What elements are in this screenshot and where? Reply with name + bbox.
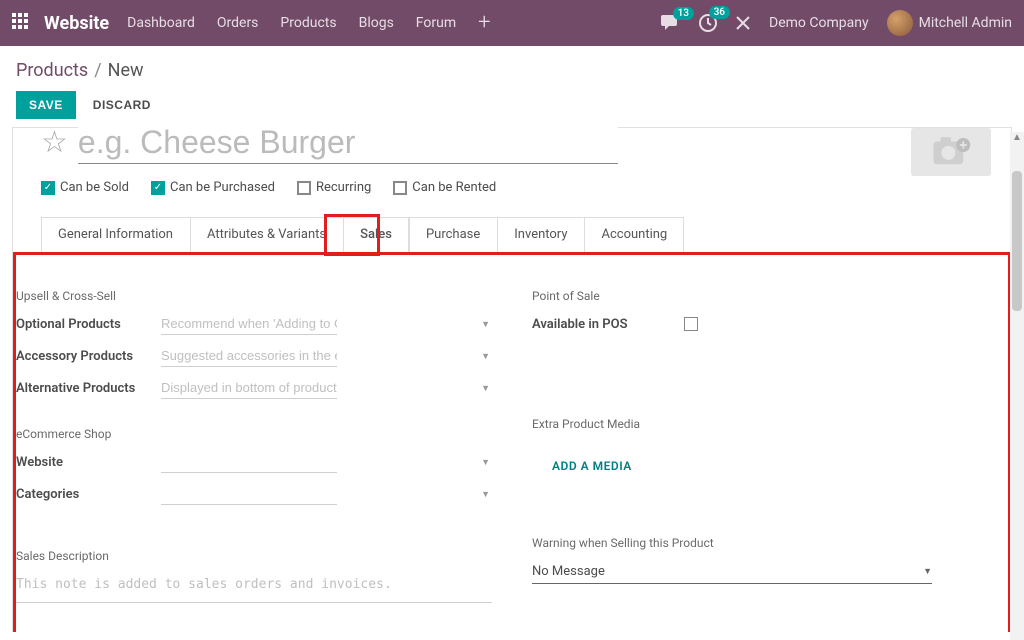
tab-inventory[interactable]: Inventory xyxy=(497,217,584,252)
checkbox-empty-icon xyxy=(297,181,311,195)
accessory-products-input[interactable] xyxy=(161,345,337,367)
tab-attributes-variants[interactable]: Attributes & Variants xyxy=(190,217,343,252)
can-be-rented-checkbox[interactable]: Can be Rented xyxy=(393,180,496,195)
section-ecommerce: eCommerce Shop xyxy=(16,427,492,441)
tools-icon[interactable] xyxy=(735,15,751,31)
nav-items: Dashboard Orders Products Blogs Forum + xyxy=(127,12,490,34)
highlight-panel-box: Upsell & Cross-Sell Optional Products ▼ … xyxy=(13,252,1011,632)
control-panel: Products / New SAVE DISCARD xyxy=(0,46,1024,127)
sales-description-input[interactable] xyxy=(16,573,492,603)
warning-select[interactable]: No Message ▼ xyxy=(532,560,932,584)
section-warning: Warning when Selling this Product xyxy=(532,536,1008,550)
can-be-sold-checkbox[interactable]: Can be Sold xyxy=(41,180,129,195)
chat-badge: 13 xyxy=(673,7,694,20)
top-nav: Website Dashboard Orders Products Blogs … xyxy=(0,0,1024,46)
section-upsell: Upsell & Cross-Sell xyxy=(16,289,492,303)
section-extra-media: Extra Product Media xyxy=(532,417,1008,431)
chat-icon[interactable]: 13 xyxy=(661,15,681,31)
categories-input[interactable] xyxy=(161,483,337,505)
brand[interactable]: Website xyxy=(44,13,109,34)
nav-orders[interactable]: Orders xyxy=(217,15,259,31)
label-categories: Categories xyxy=(16,487,161,502)
available-in-pos-checkbox[interactable] xyxy=(684,317,698,331)
breadcrumb-leaf: New xyxy=(108,60,144,81)
scroll-up-icon: ▲ xyxy=(1010,132,1024,143)
nav-dashboard[interactable]: Dashboard xyxy=(127,15,195,31)
clock-icon[interactable]: 36 xyxy=(699,14,717,32)
tabs: General Information Attributes & Variant… xyxy=(41,217,983,253)
chevron-down-icon: ▼ xyxy=(923,566,932,577)
label-website: Website xyxy=(16,455,161,470)
tab-general-information[interactable]: General Information xyxy=(41,217,190,252)
breadcrumb: Products / New xyxy=(16,60,1008,81)
warning-value: No Message xyxy=(532,564,923,579)
apps-icon[interactable] xyxy=(12,13,32,33)
label-available-in-pos: Available in POS xyxy=(532,317,682,332)
checkbox-empty-icon xyxy=(393,181,407,195)
recurring-checkbox[interactable]: Recurring xyxy=(297,180,371,195)
col-right: Point of Sale Available in POS Extra Pro… xyxy=(532,289,1008,607)
alternative-products-input[interactable] xyxy=(161,377,337,399)
breadcrumb-root[interactable]: Products xyxy=(16,60,88,81)
optional-products-input[interactable] xyxy=(161,313,337,335)
label-optional-products: Optional Products xyxy=(16,317,161,332)
form-sheet: ☆ Can be Sold Can be Purchased Recurring… xyxy=(12,127,1012,632)
section-sales-description: Sales Description xyxy=(16,549,492,563)
breadcrumb-sep: / xyxy=(94,60,101,81)
label-alternative-products: Alternative Products xyxy=(16,381,161,396)
discard-button[interactable]: DISCARD xyxy=(80,91,164,119)
chevron-down-icon: ▼ xyxy=(481,319,490,330)
clock-badge: 36 xyxy=(709,6,730,19)
can-be-purchased-checkbox[interactable]: Can be Purchased xyxy=(151,180,275,195)
chevron-down-icon: ▼ xyxy=(481,351,490,362)
product-name-input[interactable] xyxy=(78,127,618,164)
nav-products[interactable]: Products xyxy=(280,15,336,31)
company-switcher[interactable]: Demo Company xyxy=(769,15,869,31)
scrollbar[interactable]: ▲ xyxy=(1010,132,1024,640)
tab-accounting[interactable]: Accounting xyxy=(584,217,684,252)
nav-plus-icon[interactable]: + xyxy=(478,12,490,34)
chevron-down-icon: ▼ xyxy=(481,383,490,394)
nav-blogs[interactable]: Blogs xyxy=(359,15,394,31)
nav-right: 13 36 Demo Company Mitchell Admin xyxy=(661,10,1012,36)
tab-sales[interactable]: Sales xyxy=(343,217,409,253)
checkmark-icon xyxy=(151,181,165,195)
save-button[interactable]: SAVE xyxy=(16,91,76,119)
chevron-down-icon: ▼ xyxy=(481,489,490,500)
chevron-down-icon: ▼ xyxy=(481,457,490,468)
user-name: Mitchell Admin xyxy=(919,15,1012,31)
scroll-thumb[interactable] xyxy=(1012,171,1022,311)
product-image-placeholder[interactable] xyxy=(911,128,991,176)
favorite-star-icon[interactable]: ☆ xyxy=(41,128,68,158)
checkmark-icon xyxy=(41,181,55,195)
add-media-button[interactable]: ADD A MEDIA xyxy=(552,459,632,473)
user-menu[interactable]: Mitchell Admin xyxy=(887,10,1012,36)
section-pos: Point of Sale xyxy=(532,289,1008,303)
website-input[interactable] xyxy=(161,451,337,473)
col-left: Upsell & Cross-Sell Optional Products ▼ … xyxy=(16,289,492,607)
tab-purchase[interactable]: Purchase xyxy=(409,217,497,252)
label-accessory-products: Accessory Products xyxy=(16,349,161,364)
nav-forum[interactable]: Forum xyxy=(416,15,456,31)
avatar xyxy=(887,10,913,36)
